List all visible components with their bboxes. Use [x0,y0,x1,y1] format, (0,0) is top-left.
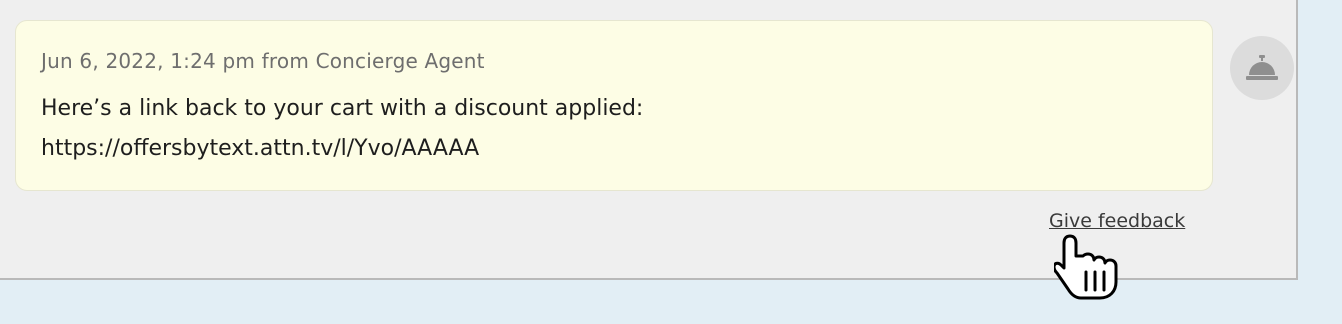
message-meta: Jun 6, 2022, 1:24 pm from Concierge Agen… [41,49,485,73]
message-link[interactable]: https://offersbytext.attn.tv/l/Yvo/AAAAA [41,129,643,169]
agent-message-bubble: Jun 6, 2022, 1:24 pm from Concierge Agen… [15,20,1213,191]
message-body: Here’s a link back to your cart with a d… [41,89,643,169]
concierge-bell-icon [1246,55,1278,80]
chat-panel: Jun 6, 2022, 1:24 pm from Concierge Agen… [0,0,1298,280]
agent-avatar [1230,36,1294,100]
give-feedback-link[interactable]: Give feedback [1049,210,1185,232]
message-line: Here’s a link back to your cart with a d… [41,96,644,121]
